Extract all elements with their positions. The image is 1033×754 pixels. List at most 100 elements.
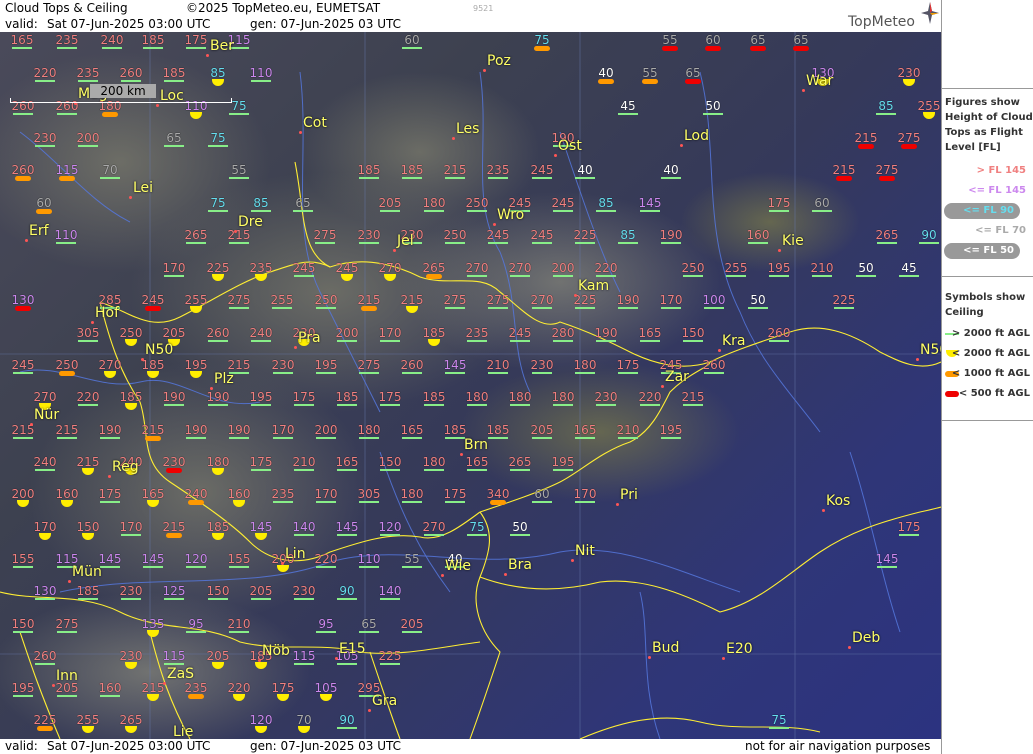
station-observation[interactable]: 60 (695, 34, 731, 58)
station-observation[interactable]: 265 (869, 229, 905, 253)
city-label[interactable]: Nür (34, 407, 59, 423)
station-observation[interactable]: 170 (308, 488, 344, 512)
station-observation[interactable]: 225 (372, 650, 408, 674)
station-observation[interactable]: 220 (221, 682, 257, 706)
station-observation[interactable]: 245 (480, 229, 516, 253)
station-observation[interactable]: 230 (113, 585, 149, 609)
station-observation[interactable]: 115 (49, 164, 85, 188)
station-observation[interactable]: 150 (5, 618, 41, 642)
city-label[interactable]: Kam (578, 278, 609, 294)
station-observation[interactable]: 230 (351, 229, 387, 253)
station-observation[interactable]: 160 (92, 682, 128, 706)
city-label[interactable]: Plz (214, 371, 234, 387)
station-observation[interactable]: 70 (286, 714, 322, 738)
station-observation[interactable]: 190 (200, 391, 236, 415)
station-observation[interactable]: 180 (416, 456, 452, 480)
city-label[interactable]: War (806, 73, 833, 89)
station-observation[interactable]: 235 (265, 488, 301, 512)
station-observation[interactable]: 215 (5, 424, 41, 448)
station-observation[interactable]: 250 (459, 197, 495, 221)
station-observation[interactable]: 215 (675, 391, 711, 415)
station-observation[interactable]: 180 (351, 424, 387, 448)
station-observation[interactable]: 180 (92, 100, 128, 124)
station-observation[interactable]: 75 (524, 34, 560, 58)
station-observation[interactable]: 65 (740, 34, 776, 58)
station-observation[interactable]: 60 (26, 197, 62, 221)
station-observation[interactable]: 170 (156, 262, 192, 286)
station-observation[interactable]: 245 (524, 164, 560, 188)
station-observation[interactable]: 225 (567, 294, 603, 318)
station-observation[interactable]: 115 (286, 650, 322, 674)
station-observation[interactable]: 150 (675, 327, 711, 351)
station-observation[interactable]: 50 (740, 294, 776, 318)
station-observation[interactable]: 245 (135, 294, 171, 318)
city-label[interactable]: E15 (339, 641, 366, 657)
city-label[interactable]: Pri (620, 487, 638, 503)
station-observation[interactable]: 275 (480, 294, 516, 318)
station-observation[interactable]: 55 (632, 67, 668, 91)
station-observation[interactable]: 165 (459, 456, 495, 480)
station-observation[interactable]: 170 (27, 521, 63, 545)
station-observation[interactable]: 40 (567, 164, 603, 188)
station-observation[interactable]: 265 (502, 456, 538, 480)
station-observation[interactable]: 85 (588, 197, 624, 221)
station-observation[interactable]: 270 (92, 359, 128, 383)
station-observation[interactable]: 65 (783, 34, 819, 58)
station-observation[interactable]: 50 (695, 100, 731, 124)
station-observation[interactable]: 175 (286, 391, 322, 415)
station-observation[interactable]: 185 (351, 164, 387, 188)
station-observation[interactable]: 270 (372, 262, 408, 286)
station-observation[interactable]: 110 (351, 553, 387, 577)
station-observation[interactable]: 65 (156, 132, 192, 156)
station-observation[interactable]: 55 (652, 34, 688, 58)
station-observation[interactable]: 200 (329, 327, 365, 351)
station-observation[interactable]: 135 (135, 618, 171, 642)
station-observation[interactable]: 260 (394, 359, 430, 383)
station-observation[interactable]: 275 (351, 359, 387, 383)
station-observation[interactable]: 265 (416, 262, 452, 286)
station-observation[interactable]: 245 (545, 197, 581, 221)
city-label[interactable]: N50 (920, 342, 941, 358)
station-observation[interactable]: 65 (285, 197, 321, 221)
station-observation[interactable]: 270 (416, 521, 452, 545)
station-observation[interactable]: 55 (394, 553, 430, 577)
station-observation[interactable]: 275 (221, 294, 257, 318)
city-label[interactable]: Nöb (262, 643, 290, 659)
station-observation[interactable]: 190 (653, 229, 689, 253)
station-observation[interactable]: 220 (27, 67, 63, 91)
station-observation[interactable]: 185 (329, 391, 365, 415)
station-observation[interactable]: 50 (502, 521, 538, 545)
station-observation[interactable]: 90 (329, 585, 365, 609)
station-observation[interactable]: 130 (27, 585, 63, 609)
city-label[interactable]: Deb (852, 630, 880, 646)
station-observation[interactable]: 85 (200, 67, 236, 91)
station-observation[interactable]: 305 (351, 488, 387, 512)
station-observation[interactable]: 100 (696, 294, 732, 318)
station-observation[interactable]: 255 (70, 714, 106, 738)
station-observation[interactable]: 215 (135, 682, 171, 706)
station-observation[interactable]: 190 (588, 327, 624, 351)
city-label[interactable]: Erf (29, 223, 49, 239)
station-observation[interactable]: 120 (372, 521, 408, 545)
station-observation[interactable]: 210 (610, 424, 646, 448)
station-observation[interactable]: 245 (502, 327, 538, 351)
station-observation[interactable]: 180 (567, 359, 603, 383)
station-observation[interactable]: 265 (113, 714, 149, 738)
station-observation[interactable]: 145 (632, 197, 668, 221)
station-observation[interactable]: 145 (869, 553, 905, 577)
station-observation[interactable]: 220 (308, 553, 344, 577)
station-observation[interactable]: 175 (265, 682, 301, 706)
topmeteo-logo[interactable]: TopMeteo (848, 14, 915, 30)
station-observation[interactable]: 130 (5, 294, 41, 318)
station-observation[interactable]: 175 (761, 197, 797, 221)
station-observation[interactable]: 185 (200, 521, 236, 545)
station-observation[interactable]: 215 (437, 164, 473, 188)
station-observation[interactable]: 145 (437, 359, 473, 383)
station-observation[interactable]: 255 (718, 262, 754, 286)
station-observation[interactable]: 170 (265, 424, 301, 448)
station-observation[interactable]: 185 (113, 391, 149, 415)
station-observation[interactable]: 45 (610, 100, 646, 124)
station-observation[interactable]: 250 (49, 359, 85, 383)
station-observation[interactable]: 305 (70, 327, 106, 351)
station-observation[interactable]: 240 (94, 34, 130, 58)
